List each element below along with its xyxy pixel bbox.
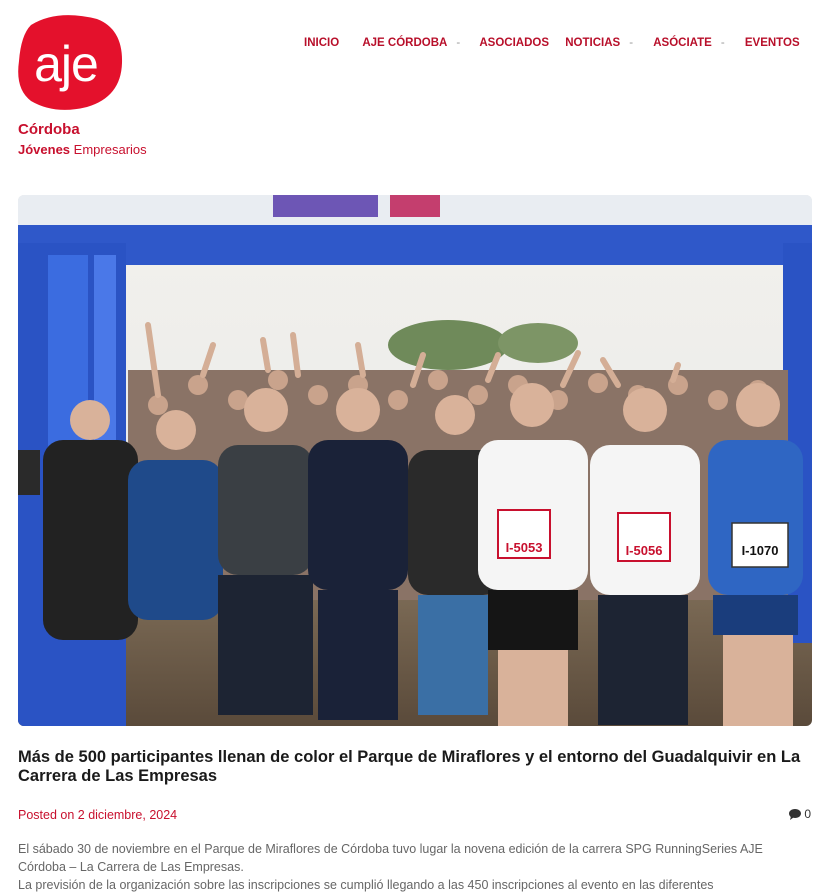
- tagline-rest: Empresarios: [73, 142, 147, 157]
- tagline-bold: Jóvenes: [18, 142, 71, 157]
- post-date[interactable]: Posted on 2 diciembre, 2024: [18, 808, 177, 822]
- logo-text: aje: [34, 36, 98, 92]
- nav-noticias[interactable]: NOTICIAS: [565, 37, 620, 49]
- comment-count-value: 0: [804, 807, 811, 821]
- aje-logo[interactable]: aje: [17, 15, 123, 111]
- nav-inicio[interactable]: INICIO: [304, 37, 339, 49]
- main-nav: INICIO AJE CÓRDOBA - ASOCIADOS NOTICIAS - …: [304, 37, 817, 49]
- post-title[interactable]: Más de 500 participantes llenan de color…: [18, 748, 808, 786]
- bib-number: I-1070: [742, 543, 779, 558]
- nav-eventos[interactable]: EVENTOS: [745, 37, 800, 49]
- excerpt-paragraph: El sábado 30 de noviembre en el Parque d…: [18, 842, 763, 874]
- nav-asociate[interactable]: ASÓCIATE: [653, 37, 712, 49]
- nav-asociados[interactable]: ASOCIADOS: [479, 37, 549, 49]
- dropdown-dash-icon[interactable]: -: [629, 37, 633, 49]
- dropdown-dash-icon[interactable]: -: [456, 37, 460, 49]
- comment-icon: [789, 809, 802, 820]
- excerpt-paragraph: La previsión de la organización sobre la…: [18, 878, 714, 892]
- bib-number: I-5056: [626, 543, 663, 558]
- post-excerpt: El sábado 30 de noviembre en el Parque d…: [18, 840, 803, 894]
- comment-count[interactable]: 0: [789, 807, 811, 821]
- featured-photo[interactable]: I-5053 I-5056 I-1070: [18, 195, 812, 726]
- bib-number: I-5053: [506, 540, 543, 555]
- race-group-photo-icon: I-5053 I-5056 I-1070: [18, 195, 812, 726]
- brand-city: Córdoba: [18, 121, 80, 138]
- nav-aje-cordoba[interactable]: AJE CÓRDOBA: [362, 37, 447, 49]
- brand-tagline: Jóvenes Empresarios: [18, 142, 147, 157]
- dropdown-dash-icon[interactable]: -: [721, 37, 725, 49]
